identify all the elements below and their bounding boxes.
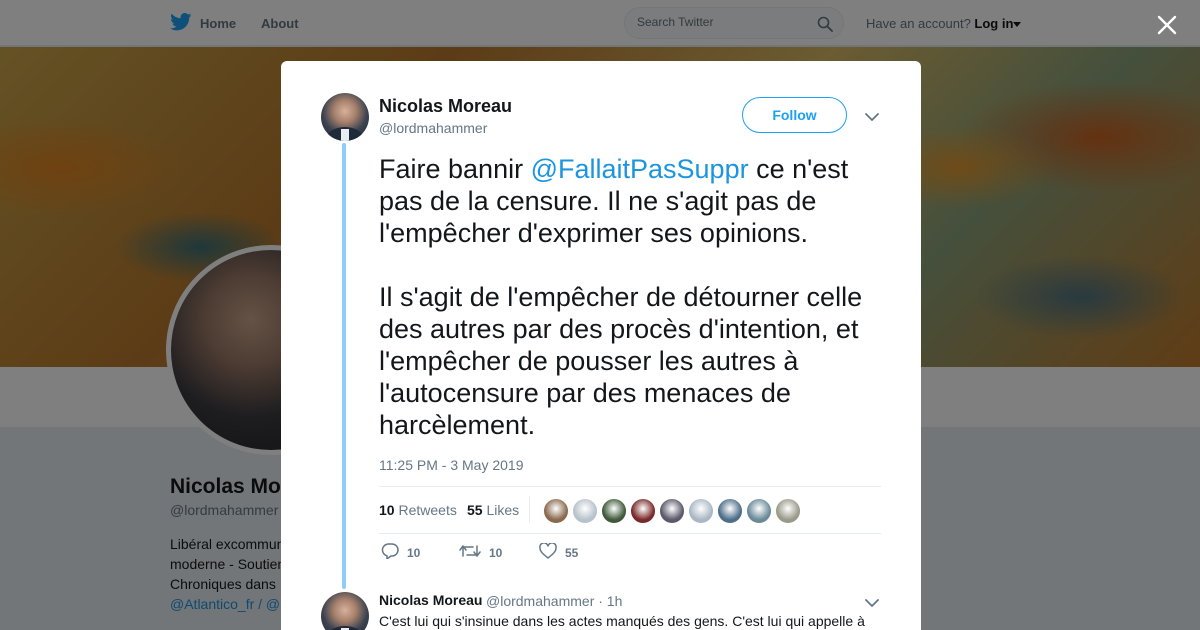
liker-avatar[interactable] <box>717 498 743 524</box>
author-handle[interactable]: @lordmahammer <box>379 120 487 136</box>
retweets-label: Retweets <box>398 502 457 518</box>
tweet-stats: 10 Retweets 55 Likes <box>379 486 881 534</box>
liker-avatar[interactable] <box>746 498 772 524</box>
author-avatar[interactable] <box>321 93 369 141</box>
reply-icon <box>381 543 399 562</box>
reply-handle-time[interactable]: @lordmahammer · 1h <box>486 593 622 609</box>
tweet-timestamp[interactable]: 11:25 PM - 3 May 2019 <box>379 457 523 473</box>
tweet-text-start: Faire bannir <box>379 154 531 184</box>
reply-author-avatar[interactable] <box>321 592 369 630</box>
liker-avatar[interactable] <box>601 498 627 524</box>
follow-button[interactable]: Follow <box>742 97 847 133</box>
likes-count: 55 <box>467 502 483 518</box>
retweet-icon <box>459 543 481 562</box>
heart-icon <box>539 542 557 562</box>
like-count: 55 <box>565 545 579 560</box>
chevron-down-icon[interactable] <box>865 109 879 127</box>
likes-stat[interactable]: 55 Likes <box>467 502 519 518</box>
liker-avatar[interactable] <box>688 498 714 524</box>
reply-chevron-down-icon[interactable] <box>865 595 879 613</box>
retweets-stat[interactable]: 10 Retweets <box>379 502 457 518</box>
mention-link[interactable]: @FallaitPasSuppr <box>531 154 749 184</box>
tweet-text-rest: ce n'est pas de la censure. Il ne s'agit… <box>379 154 863 440</box>
liker-avatar[interactable] <box>630 498 656 524</box>
likes-label: Likes <box>486 502 520 518</box>
stats-divider <box>529 497 530 523</box>
reply-author-name[interactable]: Nicolas Moreau <box>379 592 482 608</box>
liker-avatar[interactable] <box>775 498 801 524</box>
close-icon[interactable] <box>1154 12 1180 38</box>
retweets-count: 10 <box>379 502 395 518</box>
retweet-action[interactable]: 10 <box>459 543 502 562</box>
reply-text: C'est lui qui s'insinue dans les actes m… <box>379 613 865 629</box>
liker-avatar[interactable] <box>572 498 598 524</box>
liker-avatar[interactable] <box>543 498 569 524</box>
author-name[interactable]: Nicolas Moreau <box>379 96 512 117</box>
retweet-count: 10 <box>489 545 503 560</box>
liker-avatar[interactable] <box>659 498 685 524</box>
like-action[interactable]: 55 <box>539 542 579 562</box>
tweet-text: Faire bannir @FallaitPasSuppr ce n'est p… <box>379 153 889 441</box>
thread-connector <box>342 143 346 589</box>
tweet-modal: Nicolas Moreau @lordmahammer Follow Fair… <box>281 61 921 630</box>
reply-action[interactable]: 10 <box>381 543 420 562</box>
reply-count: 10 <box>407 545 421 560</box>
